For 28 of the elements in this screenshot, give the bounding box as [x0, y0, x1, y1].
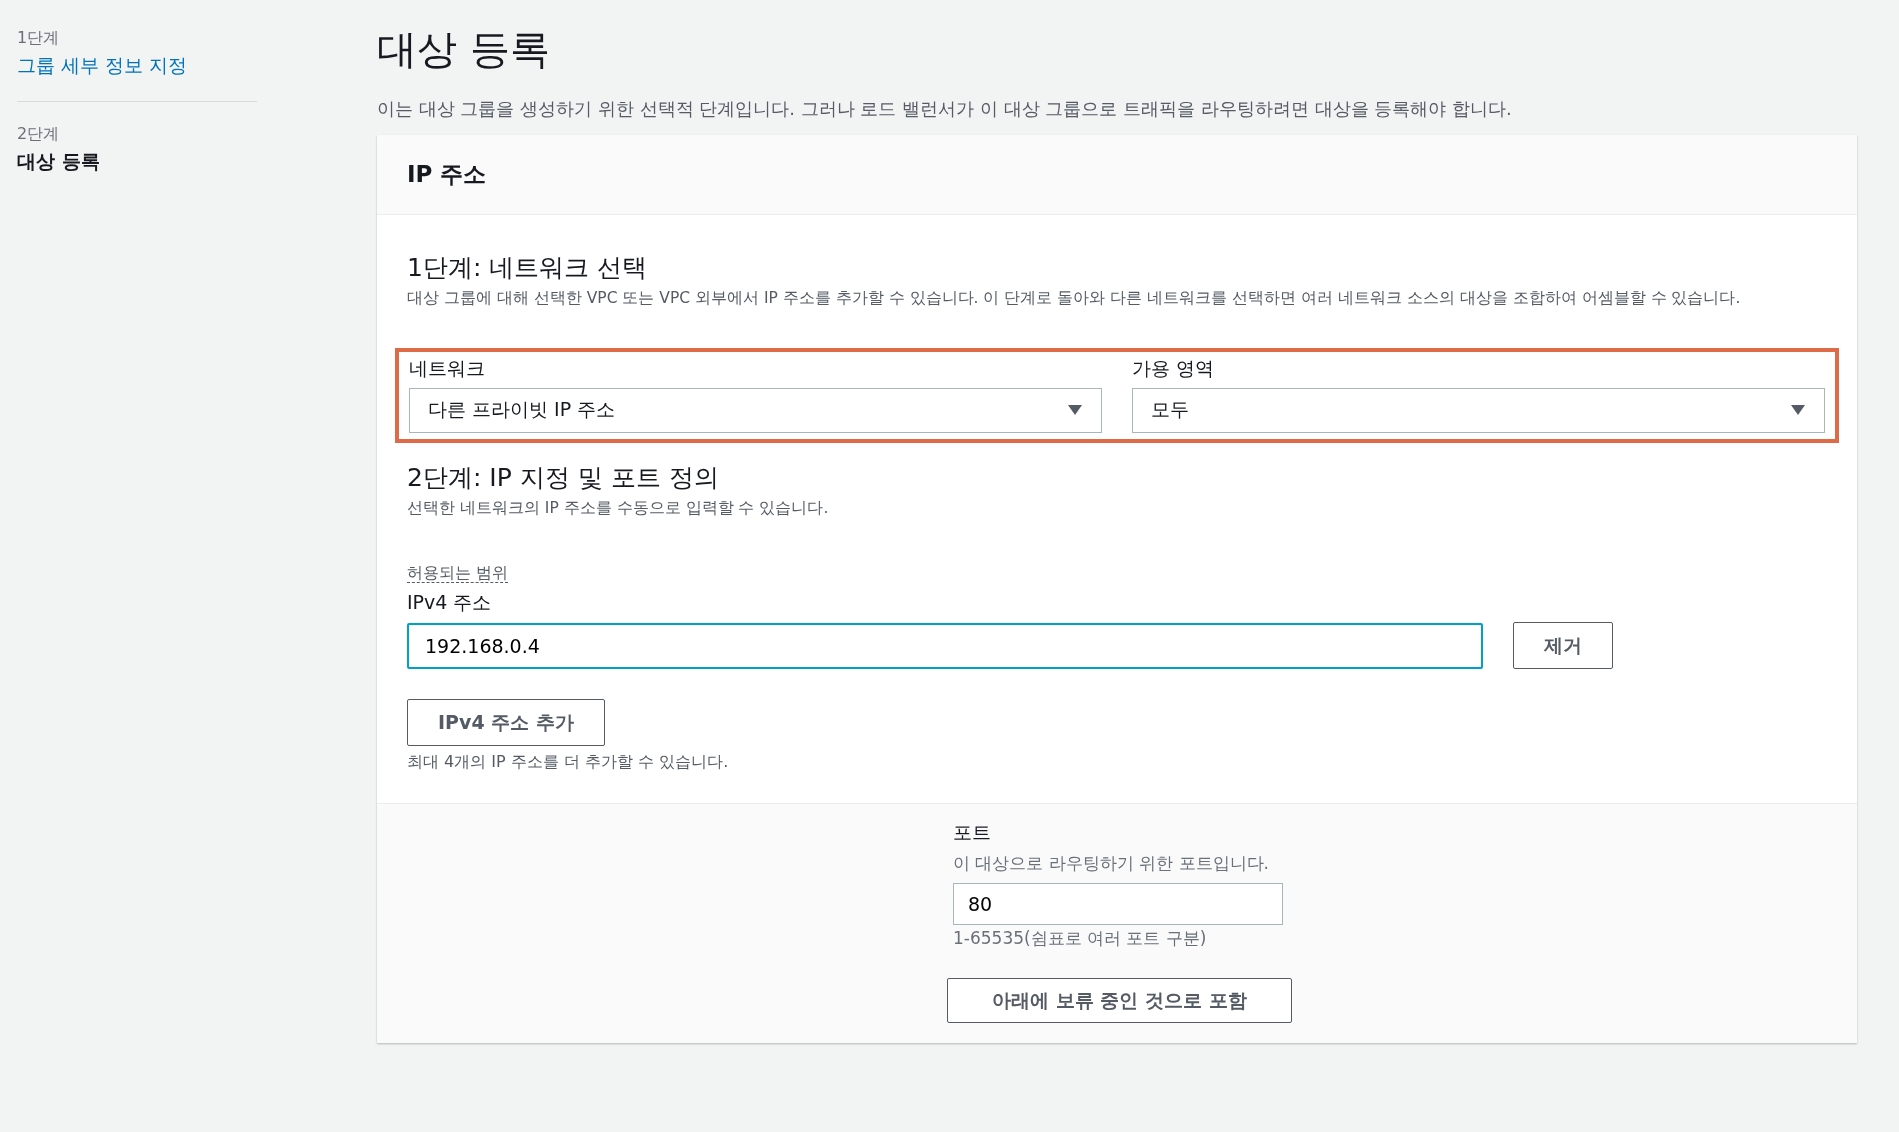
step-heading: 2단계: IP 지정 및 포트 정의 — [407, 461, 720, 494]
step-heading: 1단계: 네트워크 선택 — [407, 252, 649, 284]
remove-button[interactable]: 제거 — [1513, 622, 1613, 670]
field-label: 포트 — [953, 820, 992, 846]
field-label: 가용 영역 — [1132, 355, 1216, 381]
dropdown[interactable]: 다른 프라이빗 IP 주소 — [409, 387, 1102, 433]
step-link[interactable]: 그룹 세부 정보 지정 — [17, 53, 257, 79]
step-number: 2단계 — [17, 124, 61, 145]
step-description: 선택한 네트워크의 IP 주소를 수동으로 입력할 수 있습니다. — [407, 497, 830, 519]
caret-icon — [1790, 404, 1806, 417]
ip-address-field[interactable]: 192.168.0.4 — [407, 622, 1483, 669]
port-hint: 1-65535(쉼표로 여러 포트 구분) — [953, 927, 1208, 951]
port-field[interactable]: 80 — [953, 883, 1283, 926]
add-ip-button[interactable]: IPv4 주소 추가 — [407, 699, 605, 747]
field-label: IPv4 주소 — [407, 590, 493, 616]
caret-icon — [1067, 404, 1083, 417]
include-pending-button[interactable]: 아래에 보류 중인 것으로 포함 — [947, 978, 1292, 1024]
add-ip-hint: 최대 4개의 IP 주소를 더 추가할 수 있습니다. — [407, 752, 730, 774]
step-description: 대상 그룹에 대해 선택한 VPC 또는 VPC 외부에서 IP 주소를 추가할 수 있습니다. 이 단계로 돌아와 다른 네트워크를 선택하면 여러 네트워크 소스의 대상을 조합하여 어셈블할 수 있습니다. — [407, 288, 1742, 309]
dropdown[interactable]: 모두 — [1132, 387, 1825, 433]
page-title: 대상 등록 — [377, 25, 551, 74]
current-step-label: 대상 등록 — [17, 149, 101, 174]
page-description: 이는 대상 그룹을 생성하기 위한 선택적 단계입니다. 그러나 로드 밸런서가 이 대상 그룹으로 트래픽을 라우팅하려면 대상을 등록해야 합니다. — [377, 97, 1513, 121]
step-number: 1단계 — [17, 28, 61, 49]
allowed-range-link[interactable]: 허용되는 범위 — [407, 563, 509, 584]
panel-title: IP 주소 — [407, 160, 488, 189]
field-label: 네트워크 — [409, 355, 486, 381]
port-description: 이 대상으로 라우팅하기 위한 포트입니다. — [953, 852, 1271, 876]
